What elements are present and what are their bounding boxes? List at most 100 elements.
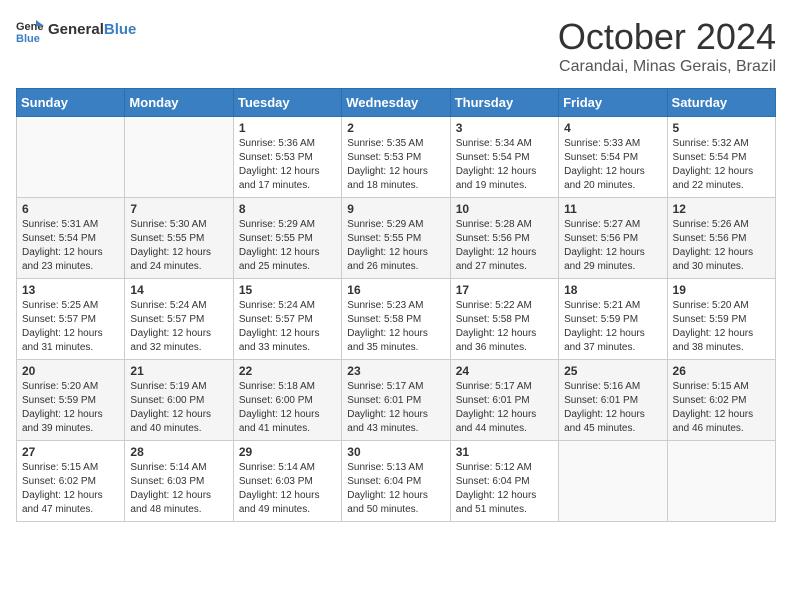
- day-number: 30: [347, 445, 444, 459]
- header-thursday: Thursday: [450, 89, 558, 117]
- table-row: [125, 117, 233, 198]
- svg-text:General: General: [16, 21, 44, 33]
- table-row: 11Sunrise: 5:27 AMSunset: 5:56 PMDayligh…: [559, 198, 667, 279]
- day-number: 21: [130, 364, 227, 378]
- day-number: 5: [673, 121, 770, 135]
- calendar-week-row: 6 Sunrise: 5:31 AMSunset: 5:54 PMDaylight…: [17, 198, 776, 279]
- day-number: 1: [239, 121, 336, 135]
- day-number: 10: [456, 202, 553, 216]
- day-number: 11: [564, 202, 661, 216]
- day-info: Sunrise: 5:25 AMSunset: 5:57 PMDaylight:…: [22, 299, 119, 355]
- table-row: 5 Sunrise: 5:32 AMSunset: 5:54 PMDaylight…: [667, 117, 775, 198]
- day-info: Sunrise: 5:15 AMSunset: 6:02 PMDaylight:…: [673, 380, 770, 436]
- calendar-week-row: 13Sunrise: 5:25 AMSunset: 5:57 PMDayligh…: [17, 279, 776, 360]
- header-saturday: Saturday: [667, 89, 775, 117]
- table-row: 3Sunrise: 5:34 AMSunset: 5:54 PMDaylight…: [450, 117, 558, 198]
- day-info: Sunrise: 5:32 AMSunset: 5:54 PMDaylight:…: [673, 137, 770, 193]
- day-info: Sunrise: 5:23 AMSunset: 5:58 PMDaylight:…: [347, 299, 444, 355]
- day-info: Sunrise: 5:20 AMSunset: 5:59 PMDaylight:…: [673, 299, 770, 355]
- table-row: 6 Sunrise: 5:31 AMSunset: 5:54 PMDaylight…: [17, 198, 125, 279]
- header-tuesday: Tuesday: [233, 89, 341, 117]
- day-info: Sunrise: 5:17 AMSunset: 6:01 PMDaylight:…: [347, 380, 444, 436]
- day-info: Sunrise: 5:36 AMSunset: 5:53 PMDaylight:…: [239, 137, 336, 193]
- day-number: 27: [22, 445, 119, 459]
- table-row: 25 Sunrise: 5:16 AMSunset: 6:01 PMDayligh…: [559, 360, 667, 441]
- table-row: 27 Sunrise: 5:15 AMSunset: 6:02 PMDayligh…: [17, 441, 125, 522]
- header-wednesday: Wednesday: [342, 89, 450, 117]
- logo-general-text: General: [48, 21, 104, 38]
- svg-text:Blue: Blue: [16, 33, 40, 44]
- table-row: 24 Sunrise: 5:17 AMSunset: 6:01 PMDayligh…: [450, 360, 558, 441]
- header: General Blue GeneralBlue October 2024 Ca…: [16, 16, 776, 76]
- day-info: Sunrise: 5:31 AMSunset: 5:54 PMDaylight:…: [22, 218, 119, 274]
- day-info: Sunrise: 5:16 AMSunset: 6:01 PMDaylight:…: [564, 380, 661, 436]
- day-info: Sunrise: 5:29 AMSunset: 5:55 PMDaylight:…: [347, 218, 444, 274]
- table-row: 1 Sunrise: 5:36 AMSunset: 5:53 PMDaylight…: [233, 117, 341, 198]
- location-subtitle: Carandai, Minas Gerais, Brazil: [558, 58, 776, 76]
- logo-blue-text: Blue: [104, 21, 137, 38]
- day-number: 15: [239, 283, 336, 297]
- calendar-week-row: 27 Sunrise: 5:15 AMSunset: 6:02 PMDayligh…: [17, 441, 776, 522]
- day-info: Sunrise: 5:19 AMSunset: 6:00 PMDaylight:…: [130, 380, 227, 436]
- day-info: Sunrise: 5:12 AMSunset: 6:04 PMDaylight:…: [456, 461, 553, 517]
- day-info: Sunrise: 5:17 AMSunset: 6:01 PMDaylight:…: [456, 380, 553, 436]
- day-info: Sunrise: 5:24 AMSunset: 5:57 PMDaylight:…: [239, 299, 336, 355]
- table-row: 23 Sunrise: 5:17 AMSunset: 6:01 PMDayligh…: [342, 360, 450, 441]
- day-info: Sunrise: 5:24 AMSunset: 5:57 PMDaylight:…: [130, 299, 227, 355]
- day-number: 28: [130, 445, 227, 459]
- day-number: 9: [347, 202, 444, 216]
- logo-icon: General Blue: [16, 16, 44, 44]
- table-row: 2Sunrise: 5:35 AMSunset: 5:53 PMDaylight…: [342, 117, 450, 198]
- day-header-row: Sunday Monday Tuesday Wednesday Thursday…: [17, 89, 776, 117]
- table-row: 28 Sunrise: 5:14 AMSunset: 6:03 PMDayligh…: [125, 441, 233, 522]
- header-friday: Friday: [559, 89, 667, 117]
- table-row: 4 Sunrise: 5:33 AMSunset: 5:54 PMDaylight…: [559, 117, 667, 198]
- day-info: Sunrise: 5:30 AMSunset: 5:55 PMDaylight:…: [130, 218, 227, 274]
- table-row: [559, 441, 667, 522]
- table-row: 29 Sunrise: 5:14 AMSunset: 6:03 PMDayligh…: [233, 441, 341, 522]
- day-info: Sunrise: 5:18 AMSunset: 6:00 PMDaylight:…: [239, 380, 336, 436]
- day-info: Sunrise: 5:14 AMSunset: 6:03 PMDaylight:…: [239, 461, 336, 517]
- day-info: Sunrise: 5:26 AMSunset: 5:56 PMDaylight:…: [673, 218, 770, 274]
- day-info: Sunrise: 5:29 AMSunset: 5:55 PMDaylight:…: [239, 218, 336, 274]
- day-info: Sunrise: 5:21 AMSunset: 5:59 PMDaylight:…: [564, 299, 661, 355]
- table-row: 9 Sunrise: 5:29 AMSunset: 5:55 PMDaylight…: [342, 198, 450, 279]
- table-row: 13Sunrise: 5:25 AMSunset: 5:57 PMDayligh…: [17, 279, 125, 360]
- day-number: 25: [564, 364, 661, 378]
- day-number: 7: [130, 202, 227, 216]
- day-info: Sunrise: 5:14 AMSunset: 6:03 PMDaylight:…: [130, 461, 227, 517]
- calendar-week-row: 1 Sunrise: 5:36 AMSunset: 5:53 PMDaylight…: [17, 117, 776, 198]
- day-number: 2: [347, 121, 444, 135]
- day-number: 26: [673, 364, 770, 378]
- day-info: Sunrise: 5:33 AMSunset: 5:54 PMDaylight:…: [564, 137, 661, 193]
- day-number: 4: [564, 121, 661, 135]
- month-year-title: October 2024: [558, 16, 776, 58]
- day-number: 31: [456, 445, 553, 459]
- table-row: 18 Sunrise: 5:21 AMSunset: 5:59 PMDayligh…: [559, 279, 667, 360]
- day-number: 16: [347, 283, 444, 297]
- table-row: [667, 441, 775, 522]
- day-number: 18: [564, 283, 661, 297]
- header-monday: Monday: [125, 89, 233, 117]
- day-number: 24: [456, 364, 553, 378]
- table-row: 10 Sunrise: 5:28 AMSunset: 5:56 PMDayligh…: [450, 198, 558, 279]
- day-info: Sunrise: 5:22 AMSunset: 5:58 PMDaylight:…: [456, 299, 553, 355]
- title-area: October 2024 Carandai, Minas Gerais, Bra…: [558, 16, 776, 76]
- day-info: Sunrise: 5:20 AMSunset: 5:59 PMDaylight:…: [22, 380, 119, 436]
- table-row: 7 Sunrise: 5:30 AMSunset: 5:55 PMDaylight…: [125, 198, 233, 279]
- day-number: 6: [22, 202, 119, 216]
- header-sunday: Sunday: [17, 89, 125, 117]
- day-number: 23: [347, 364, 444, 378]
- day-info: Sunrise: 5:28 AMSunset: 5:56 PMDaylight:…: [456, 218, 553, 274]
- day-number: 29: [239, 445, 336, 459]
- table-row: 30Sunrise: 5:13 AMSunset: 6:04 PMDayligh…: [342, 441, 450, 522]
- calendar-week-row: 20 Sunrise: 5:20 AMSunset: 5:59 PMDayligh…: [17, 360, 776, 441]
- table-row: 21 Sunrise: 5:19 AMSunset: 6:00 PMDayligh…: [125, 360, 233, 441]
- day-info: Sunrise: 5:15 AMSunset: 6:02 PMDaylight:…: [22, 461, 119, 517]
- day-number: 8: [239, 202, 336, 216]
- table-row: 19Sunrise: 5:20 AMSunset: 5:59 PMDayligh…: [667, 279, 775, 360]
- table-row: [17, 117, 125, 198]
- day-number: 20: [22, 364, 119, 378]
- calendar-table: Sunday Monday Tuesday Wednesday Thursday…: [16, 88, 776, 522]
- day-info: Sunrise: 5:34 AMSunset: 5:54 PMDaylight:…: [456, 137, 553, 193]
